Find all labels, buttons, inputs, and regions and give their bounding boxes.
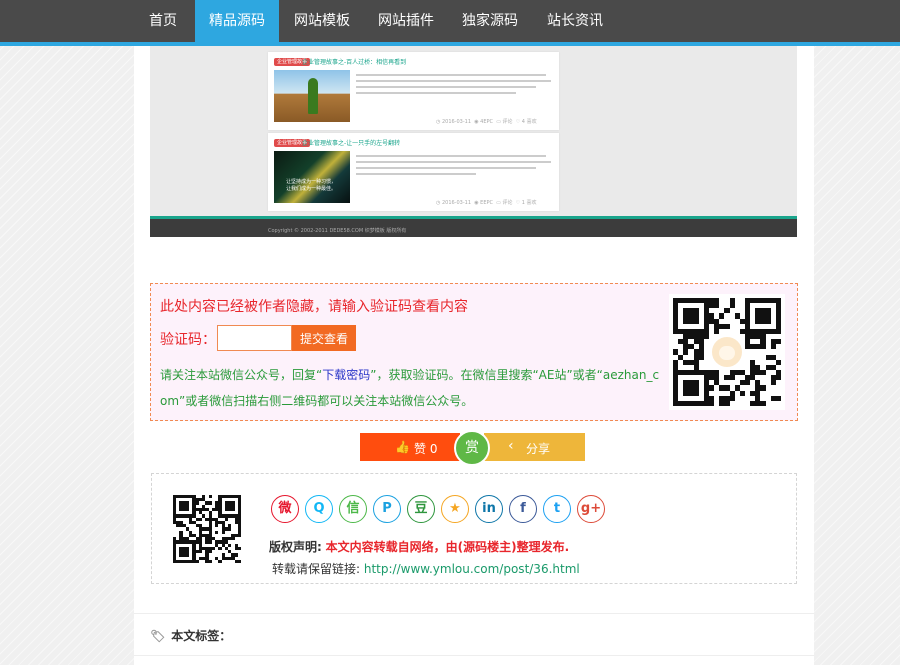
share-icon: ‹ bbox=[508, 438, 514, 454]
nav-item-home[interactable]: 首页 bbox=[137, 0, 189, 42]
preview-post: 企业管理故事 企业管理故事之-百人过桥：相信再看到 ◷ 2016-03-11 ◉… bbox=[268, 52, 559, 130]
like-button[interactable]: 👍 赞 0 bbox=[360, 433, 460, 461]
nav-item-webmaster-news[interactable]: 站长资讯 bbox=[535, 0, 615, 42]
top-navbar: 首页 精品源码 网站模板 网站插件 独家源码 站长资讯 bbox=[0, 0, 900, 46]
preview-image-caption: 让坚持成为一种习惯， 让我们成为一种最佳。 bbox=[286, 179, 337, 192]
permalink-link[interactable]: http://www.ymlou.com/post/36.html bbox=[364, 562, 580, 576]
preview-footer-text: Copyright © 2002-2011 DEDE58.COM 织梦模板 版权… bbox=[268, 228, 407, 234]
preview-screenshot: 企业管理故事 企业管理故事之-百人过桥：相信再看到 ◷ 2016-03-11 ◉… bbox=[150, 46, 797, 237]
qr-avatar bbox=[710, 335, 744, 369]
reward-button[interactable]: 赏 bbox=[454, 430, 490, 466]
thumbs-up-icon: 👍 bbox=[395, 440, 410, 454]
nav-item-exclusive-source[interactable]: 独家源码 bbox=[450, 0, 530, 42]
preview-post-image bbox=[274, 70, 350, 122]
page-qr-code bbox=[172, 494, 242, 564]
weibo-icon[interactable]: 微 bbox=[271, 495, 299, 523]
share-icon-row: 微 Q 信 P 豆 ★ in f t g+ bbox=[271, 495, 611, 525]
copyright-statement: 版权声明: 本文内容转载自网络，由(源码楼主)整理发布. bbox=[269, 540, 570, 554]
preview-post: 企业管理故事 企业管理故事之-让一只手的左号翻转 让坚持成为一种习惯， 让我们成… bbox=[268, 133, 559, 211]
nav-item-templates[interactable]: 网站模板 bbox=[282, 0, 362, 42]
share-button[interactable]: ‹ 分享 bbox=[484, 433, 585, 461]
like-count-label: 赞 0 bbox=[414, 442, 438, 456]
facebook-icon[interactable]: f bbox=[509, 495, 537, 523]
nav-item-plugins[interactable]: 网站插件 bbox=[366, 0, 446, 42]
douban-icon[interactable]: 豆 bbox=[407, 495, 435, 523]
linkedin-icon[interactable]: in bbox=[475, 495, 503, 523]
wechat-icon[interactable]: 信 bbox=[339, 495, 367, 523]
preview-post-title: 企业管理故事之-让一只手的左号翻转 bbox=[302, 140, 401, 147]
wechat-qr-code bbox=[669, 294, 785, 410]
preview-post-title: 企业管理故事之-百人过桥：相信再看到 bbox=[302, 59, 407, 66]
hidden-content-box: 此处内容已经被作者隐藏，请输入验证码查看内容 验证码： 提交查看 请关注本站微信… bbox=[150, 283, 798, 421]
googleplus-icon[interactable]: g+ bbox=[577, 495, 605, 523]
plant-image bbox=[308, 78, 318, 114]
pinterest-icon[interactable]: P bbox=[373, 495, 401, 523]
wechat-instructions: 请关注本站微信公众号，回复“下载密码”，获取验证码。在微信里搜索“AE站”或者“… bbox=[160, 368, 660, 408]
qzone-icon[interactable]: ★ bbox=[441, 495, 469, 523]
tag-icon: 🏷 bbox=[150, 629, 166, 643]
preview-footer-bar: Copyright © 2002-2011 DEDE58.COM 织梦模板 版权… bbox=[150, 216, 797, 237]
permalink-line: 转载请保留链接: http://www.ymlou.com/post/36.ht… bbox=[272, 562, 580, 576]
nav-item-premium-source[interactable]: 精品源码 bbox=[195, 0, 279, 42]
twitter-icon[interactable]: t bbox=[543, 495, 571, 523]
copyright-box: 微 Q 信 P 豆 ★ in f t g+ 版权声明: 本文内容转载自网络，由(源码楼主)整理发布… bbox=[151, 473, 797, 584]
submit-view-button[interactable]: 提交查看 bbox=[292, 325, 356, 351]
preview-post-meta: ◷ 2016-03-11 ◉ EEPC ▭ 评论 ♡ 1 喜欢 bbox=[436, 200, 537, 206]
article-tags: 🏷 本文标签： bbox=[150, 627, 231, 644]
qq-icon[interactable]: Q bbox=[305, 495, 333, 523]
verification-code-label: 验证码： bbox=[160, 332, 216, 348]
keyword-highlight: 下载密码 bbox=[322, 368, 371, 382]
tags-label: 本文标签： bbox=[171, 629, 232, 643]
preview-post-image: 让坚持成为一种习惯， 让我们成为一种最佳。 bbox=[274, 151, 350, 203]
verification-code-input[interactable] bbox=[217, 325, 292, 351]
hidden-content-title: 此处内容已经被作者隐藏，请输入验证码查看内容 bbox=[160, 299, 468, 315]
share-label: 分享 bbox=[526, 442, 551, 456]
preview-post-meta: ◷ 2016-03-11 ◉ 4EPC ▭ 评论 ♡ 4 喜欢 bbox=[436, 119, 537, 125]
